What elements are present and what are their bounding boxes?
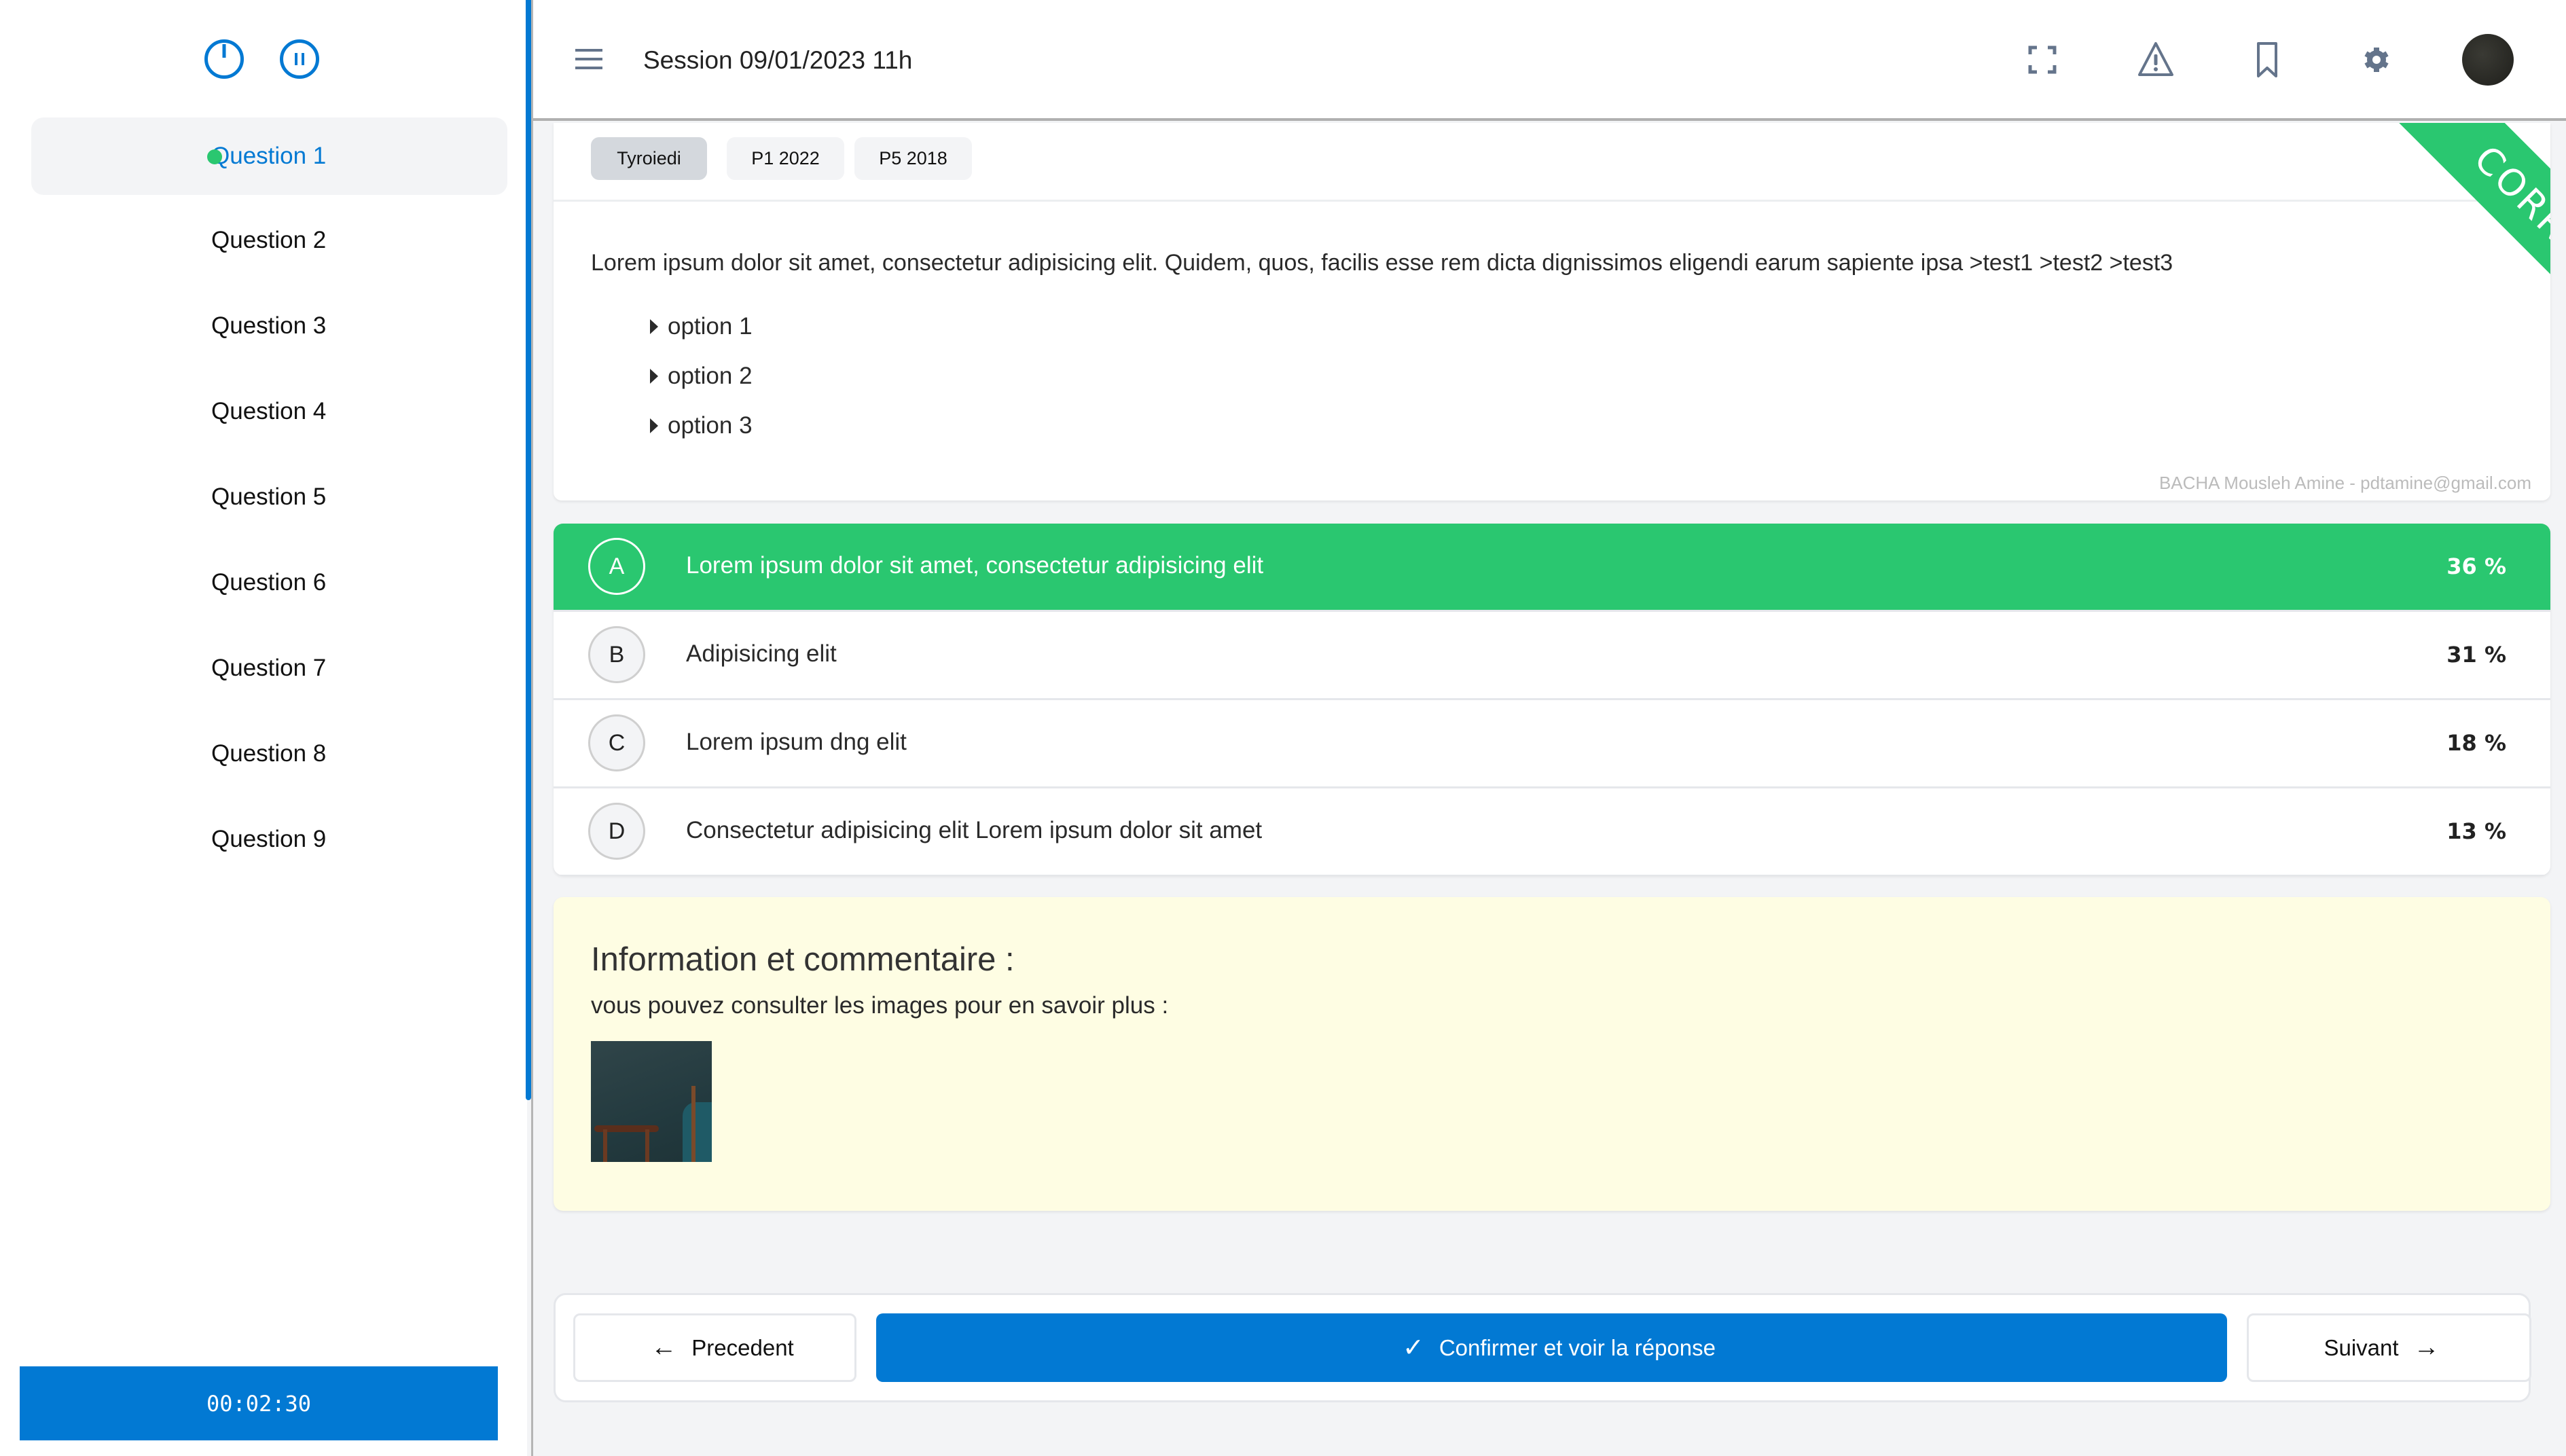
caret-right-icon	[650, 319, 658, 334]
sidebar: Question 1 Question 2 Question 3 Questio…	[0, 0, 527, 1456]
sidebar-divider	[531, 0, 533, 1456]
author-credit: BACHA Mousleh Amine - pdtamine@gmail.com	[2158, 473, 2531, 493]
fullscreen-icon	[2028, 46, 2057, 74]
question-label: Question 4	[211, 398, 327, 424]
next-button[interactable]: Suivant →	[2247, 1313, 2531, 1382]
report-button[interactable]	[2137, 41, 2175, 79]
sidebar-question-5[interactable]: Question 5	[31, 458, 507, 536]
info-comment-box: Information et commentaire : vous pouvez…	[554, 897, 2550, 1211]
arrow-left-icon: ←	[651, 1333, 677, 1362]
bookmark-button[interactable]	[2248, 41, 2286, 79]
question-label: Question 1	[211, 143, 327, 169]
sidebar-question-8[interactable]: Question 8	[31, 715, 507, 793]
tag-p5-2018[interactable]: P5 2018	[854, 137, 972, 180]
sidebar-question-2[interactable]: Question 2	[31, 202, 507, 279]
sidebar-question-6[interactable]: Question 6	[31, 544, 507, 621]
power-button[interactable]	[204, 39, 244, 79]
tag-p1-2022[interactable]: P1 2022	[727, 137, 844, 180]
question-text: Lorem ipsum dolor sit amet, consectetur …	[591, 250, 2173, 276]
divider	[554, 200, 2550, 202]
option-label: option 1	[668, 313, 753, 340]
confirm-label: Confirmer et voir la réponse	[1439, 1334, 1716, 1360]
previous-button[interactable]: ← Precedent	[573, 1313, 856, 1382]
question-label: Question 8	[211, 740, 327, 767]
hamburger-icon	[575, 49, 602, 69]
caret-right-icon	[650, 418, 658, 433]
answer-letter: D	[588, 803, 645, 860]
bookmark-icon	[2257, 42, 2277, 77]
answer-option-a[interactable]: A Lorem ipsum dolor sit amet, consectetu…	[554, 524, 2550, 610]
correct-ribbon: CORRECT	[2374, 123, 2550, 397]
question-option: option 3	[650, 412, 753, 439]
sidebar-question-1[interactable]: Question 1	[31, 117, 507, 195]
answer-option-b[interactable]: B Adipisicing elit 31 %	[554, 612, 2550, 698]
arrow-right-icon: →	[2413, 1333, 2440, 1362]
question-label: Question 3	[211, 312, 327, 339]
image-detail	[683, 1102, 712, 1162]
power-icon	[222, 44, 226, 58]
sidebar-question-3[interactable]: Question 3	[31, 287, 507, 365]
sidebar-question-9[interactable]: Question 9	[31, 801, 507, 878]
warning-icon	[2138, 42, 2173, 76]
option-label: option 3	[668, 412, 753, 439]
answer-text: Consectetur adipisicing elit Lorem ipsum…	[686, 817, 1263, 843]
answer-percent: 18 %	[2446, 730, 2506, 756]
image-detail	[691, 1086, 695, 1162]
sidebar-question-7[interactable]: Question 7	[31, 630, 507, 707]
answer-text: Lorem ipsum dng elit	[686, 729, 907, 755]
navigation-bar: ← Precedent ✓ Confirmer et voir la répon…	[554, 1293, 2531, 1402]
menu-button[interactable]	[573, 42, 607, 76]
answer-text: Adipisicing elit	[686, 640, 837, 667]
fullscreen-button[interactable]	[2023, 41, 2061, 79]
question-option: option 2	[650, 363, 753, 390]
option-label: option 2	[668, 363, 753, 389]
header: Session 09/01/2023 11h	[533, 0, 2566, 121]
sidebar-question-4[interactable]: Question 4	[31, 373, 507, 450]
answer-letter: C	[588, 714, 645, 771]
pause-icon	[295, 53, 304, 65]
answer-letter: A	[588, 538, 645, 595]
answer-option-d[interactable]: D Consectetur adipisicing elit Lorem ips…	[554, 788, 2550, 875]
info-subtitle: vous pouvez consulter les images pour en…	[591, 992, 1169, 1019]
answer-percent: 13 %	[2446, 818, 2506, 844]
answer-percent: 36 %	[2446, 553, 2506, 579]
gear-icon	[2364, 48, 2389, 72]
confirm-button[interactable]: ✓ Confirmer et voir la réponse	[876, 1313, 2227, 1382]
question-option: option 1	[650, 313, 753, 340]
question-label: Question 2	[211, 227, 327, 253]
tag-tyroiedi[interactable]: Tyroiedi	[591, 137, 707, 180]
info-title: Information et commentaire :	[591, 941, 1015, 978]
timer: 00:02:30	[20, 1366, 498, 1440]
question-label: Question 9	[211, 826, 327, 852]
question-label: Question 6	[211, 569, 327, 596]
answers-list: A Lorem ipsum dolor sit amet, consectetu…	[554, 524, 2550, 875]
answer-letter: B	[588, 626, 645, 683]
previous-label: Precedent	[691, 1334, 794, 1360]
answer-text: Lorem ipsum dolor sit amet, consectetur …	[686, 552, 1264, 579]
settings-button[interactable]	[2357, 41, 2396, 79]
answered-dot-icon	[207, 149, 222, 164]
session-title: Session 09/01/2023 11h	[643, 46, 913, 74]
info-image-thumbnail[interactable]	[591, 1041, 712, 1162]
question-label: Question 5	[211, 484, 327, 510]
caret-right-icon	[650, 369, 658, 384]
answer-option-c[interactable]: C Lorem ipsum dng elit 18 %	[554, 700, 2550, 786]
check-icon: ✓	[1402, 1334, 1424, 1362]
image-detail	[603, 1129, 607, 1162]
user-avatar[interactable]	[2462, 34, 2514, 86]
next-label: Suivant	[2324, 1334, 2399, 1360]
question-label: Question 7	[211, 655, 327, 681]
image-detail	[645, 1129, 649, 1162]
pause-button[interactable]	[280, 39, 319, 79]
answer-percent: 31 %	[2446, 642, 2506, 668]
question-card: Tyroiedi P1 2022 P5 2018 Lorem ipsum dol…	[554, 123, 2550, 500]
sidebar-scrollbar[interactable]	[526, 0, 531, 1100]
